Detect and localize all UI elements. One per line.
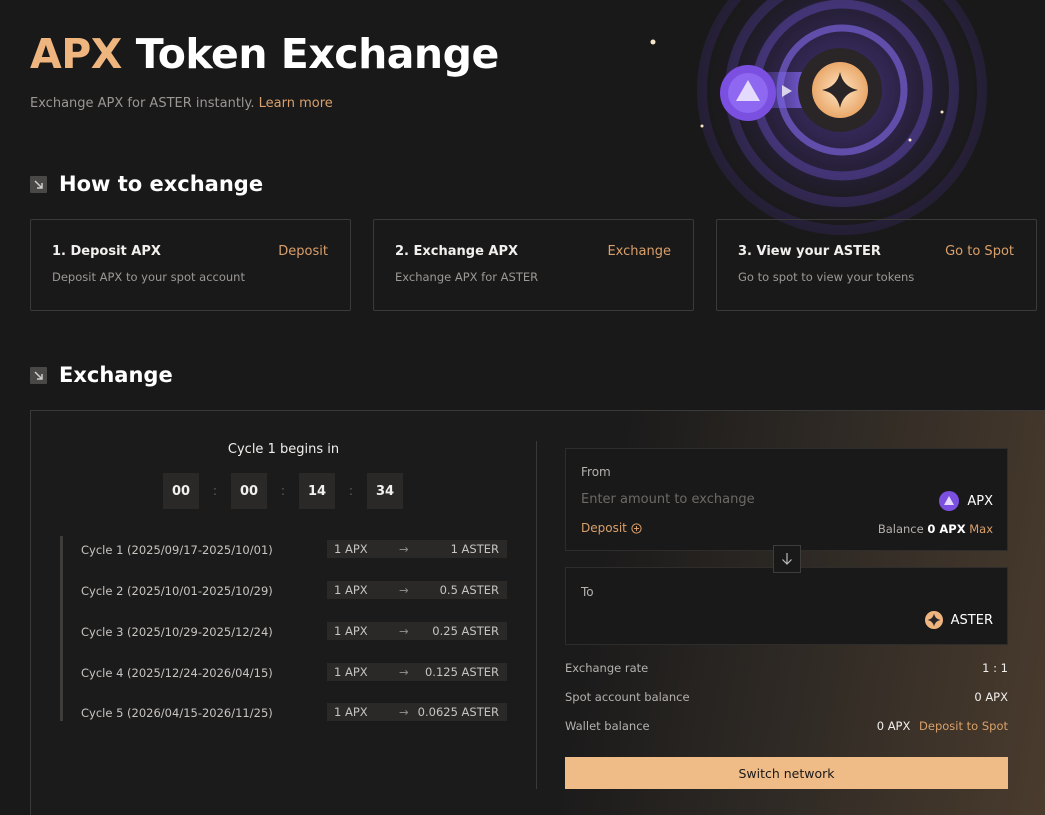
- switch-network-button[interactable]: Switch network: [565, 757, 1008, 789]
- from-token-selector[interactable]: APX: [939, 491, 993, 511]
- exchange-rate-value: 1 : 1: [982, 661, 1008, 675]
- spot-balance-label: Spot account balance: [565, 690, 690, 704]
- rate-from: 1 APX: [334, 665, 368, 679]
- steps-row: 1. Deposit APX Deposit APX to your spot …: [30, 219, 1037, 311]
- deposit-button[interactable]: Deposit: [581, 521, 642, 535]
- step-card-view: 3. View your ASTER Go to spot to view yo…: [716, 219, 1037, 311]
- countdown-separator: :: [212, 483, 218, 499]
- subtitle-text: Exchange APX for ASTER instantly.: [30, 96, 255, 111]
- cycle-rate: 1 APX → 0.5 ASTER: [327, 581, 507, 599]
- how-to-title: How to exchange: [59, 172, 264, 196]
- step-card-exchange: 2. Exchange APX Exchange APX for ASTER E…: [373, 219, 694, 311]
- to-box: To ASTER: [565, 567, 1008, 645]
- arrow-down-icon: [782, 553, 792, 565]
- countdown-separator: :: [348, 483, 354, 499]
- cycle-name: Cycle 1 (2025/09/17-2025/10/01): [81, 543, 273, 557]
- arrow-right-icon: →: [399, 583, 409, 597]
- step-desc: Deposit APX to your spot account: [52, 270, 245, 284]
- rate-to: 0.0625 ASTER: [417, 705, 499, 719]
- panel-divider: [536, 441, 537, 789]
- countdown-timer: 00 : 00 : 14 : 34: [163, 473, 403, 509]
- wallet-balance-value: 0 APX: [876, 719, 911, 733]
- deposit-label: Deposit: [581, 521, 627, 535]
- wallet-balance-group: 0 APX Deposit to Spot: [877, 719, 1008, 733]
- rate-from: 1 APX: [334, 583, 368, 597]
- page-title: APX Token Exchange: [30, 30, 499, 78]
- cycle-list: Cycle 1 (2025/09/17-2025/10/01) 1 APX → …: [60, 536, 512, 721]
- rate-to: 0.25 ASTER: [432, 624, 499, 638]
- cycle-rate: 1 APX → 0.25 ASTER: [327, 622, 507, 640]
- step-card-deposit: 1. Deposit APX Deposit APX to your spot …: [30, 219, 351, 311]
- list-item: Cycle 3 (2025/10/29-2025/12/24) 1 APX → …: [81, 622, 511, 642]
- rate-to: 0.5 ASTER: [439, 583, 499, 597]
- countdown-separator: :: [280, 483, 286, 499]
- countdown-minutes: 14: [299, 473, 335, 509]
- rate-from: 1 APX: [334, 542, 368, 556]
- go-to-spot-link[interactable]: Go to Spot: [945, 244, 1014, 259]
- hero-illustration: [640, 0, 1045, 240]
- deposit-to-spot-link[interactable]: Deposit to Spot: [919, 719, 1008, 733]
- countdown-days: 00: [163, 473, 199, 509]
- exchange-rate-row: Exchange rate 1 : 1: [565, 661, 1008, 675]
- plus-circle-icon: [631, 522, 642, 534]
- deposit-link[interactable]: Deposit: [278, 244, 328, 259]
- list-item: Cycle 1 (2025/09/17-2025/10/01) 1 APX → …: [81, 540, 511, 560]
- swap-direction-button[interactable]: [773, 545, 801, 573]
- cycle-name: Cycle 4 (2025/12/24-2026/04/15): [81, 666, 273, 680]
- rate-to: 1 ASTER: [450, 542, 499, 556]
- cycle-countdown-title: Cycle 1 begins in: [227, 442, 340, 457]
- step-desc: Exchange APX for ASTER: [395, 270, 539, 284]
- list-item: Cycle 4 (2025/12/24-2026/04/15) 1 APX → …: [81, 663, 511, 683]
- cycle-rate: 1 APX → 0.125 ASTER: [327, 663, 507, 681]
- balance-label: Balance: [877, 522, 924, 536]
- cycle-rate: 1 APX → 0.0625 ASTER: [327, 703, 507, 721]
- title-accent: APX: [30, 30, 122, 78]
- balance-value: 0 APX: [927, 522, 966, 536]
- wallet-balance-label: Wallet balance: [565, 719, 650, 733]
- from-token-name: APX: [967, 493, 993, 509]
- list-item: Cycle 5 (2026/04/15-2026/11/25) 1 APX → …: [81, 703, 511, 723]
- to-token-name: ASTER: [950, 612, 993, 628]
- from-label: From: [581, 465, 611, 479]
- exchange-header: Exchange: [30, 363, 173, 387]
- apx-logo-icon: [939, 491, 960, 511]
- exchange-title: Exchange: [59, 363, 173, 387]
- arrow-down-right-icon: [30, 366, 47, 384]
- exchange-link[interactable]: Exchange: [607, 244, 671, 259]
- list-item: Cycle 2 (2025/10/01-2025/10/29) 1 APX → …: [81, 581, 511, 601]
- step-desc: Go to spot to view your tokens: [738, 270, 915, 284]
- from-box: From APX Deposit Balance 0 APX Max: [565, 448, 1008, 551]
- spot-balance-value: 0 APX: [974, 690, 1008, 704]
- arrow-right-icon: →: [399, 542, 409, 556]
- cycle-name: Cycle 5 (2026/04/15-2026/11/25): [81, 706, 273, 720]
- wallet-balance-row: Wallet balance 0 APX Deposit to Spot: [565, 719, 1008, 733]
- cycle-name: Cycle 3 (2025/10/29-2025/12/24): [81, 625, 273, 639]
- countdown-seconds: 34: [367, 473, 403, 509]
- arrow-right-icon: →: [399, 624, 409, 638]
- cycle-rate: 1 APX → 1 ASTER: [327, 540, 507, 558]
- title-rest: Token Exchange: [135, 30, 500, 78]
- max-button[interactable]: Max: [969, 522, 993, 536]
- how-to-header: How to exchange: [30, 172, 263, 196]
- spot-balance-row: Spot account balance 0 APX: [565, 690, 1008, 704]
- exchange-panel: Cycle 1 begins in 00 : 00 : 14 : 34 Cycl…: [30, 410, 1045, 815]
- amount-input[interactable]: [581, 492, 881, 507]
- exchange-rate-label: Exchange rate: [565, 661, 649, 675]
- arrow-down-right-icon: [30, 175, 47, 193]
- to-token: ASTER: [924, 611, 993, 629]
- rate-from: 1 APX: [334, 624, 368, 638]
- to-label: To: [581, 585, 594, 599]
- aster-logo-icon: [924, 611, 943, 629]
- arrow-right-icon: →: [399, 705, 409, 719]
- balance-info: Balance 0 APX Max: [878, 522, 993, 536]
- learn-more-link[interactable]: Learn more: [259, 96, 333, 111]
- arrow-right-icon: →: [399, 665, 409, 679]
- rate-to: 0.125 ASTER: [424, 665, 499, 679]
- page-subtitle: Exchange APX for ASTER instantly. Learn …: [30, 96, 333, 111]
- countdown-hours: 00: [231, 473, 267, 509]
- cycle-name: Cycle 2 (2025/10/01-2025/10/29): [81, 584, 273, 598]
- rate-from: 1 APX: [334, 705, 368, 719]
